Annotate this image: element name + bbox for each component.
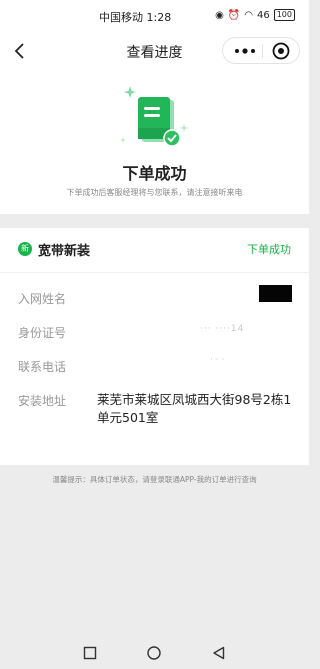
status-bar: 中国移动 1:28 ◉ ⏰ ◠ 46 100 bbox=[0, 0, 309, 32]
order-status: 下单成功 bbox=[247, 243, 291, 256]
new-badge-icon: 新 bbox=[18, 242, 32, 256]
order-detail-card: 新 宽带新装 下单成功 入网姓名 身份证号 ··· ····14 联系电话 · … bbox=[0, 228, 309, 465]
capsule-divider bbox=[262, 44, 263, 58]
home-icon[interactable] bbox=[146, 645, 162, 661]
system-nav-bar bbox=[0, 636, 309, 669]
divider bbox=[0, 272, 309, 273]
close-mini-program-icon[interactable] bbox=[271, 41, 291, 61]
order-success-icon bbox=[121, 86, 188, 147]
recent-apps-icon[interactable] bbox=[82, 645, 98, 661]
phone-value: · · · bbox=[210, 355, 225, 365]
mini-program-capsule bbox=[222, 37, 300, 64]
status-carrier-time: 中国移动 1:28 bbox=[99, 11, 172, 24]
address-value: 莱芜市莱城区凤城西大街98号2栋1单元501室 bbox=[97, 392, 292, 425]
result-title: 下单成功 bbox=[122, 164, 187, 183]
phone-label: 联系电话 bbox=[18, 360, 67, 374]
result-card: 下单成功 下单成功后客服经理将与您联系，请注意接听来电 bbox=[0, 70, 309, 214]
result-subtitle: 下单成功后客服经理将与您联系，请注意接听来电 bbox=[66, 188, 243, 197]
more-icon[interactable] bbox=[231, 44, 259, 58]
status-icons: ◉ ⏰ ◠ 46 100 bbox=[215, 9, 295, 21]
nav-bar: 查看进度 bbox=[0, 32, 309, 70]
product-name: 宽带新装 bbox=[38, 244, 91, 259]
redacted-name bbox=[259, 285, 292, 302]
address-label: 安装地址 bbox=[18, 394, 67, 408]
battery-icon: 100 bbox=[273, 9, 295, 21]
name-label: 入网姓名 bbox=[18, 292, 67, 306]
wifi-icon: ◠ bbox=[244, 9, 253, 21]
alarm-icon: ⏰ bbox=[227, 9, 241, 21]
signal-icon: 46 bbox=[256, 9, 270, 21]
id-number-value: ··· ····14 bbox=[200, 324, 245, 334]
id-number-label: 身份证号 bbox=[18, 326, 67, 340]
tip-text: 温馨提示：具体订单状态，请登录联通APP-我的订单进行查询 bbox=[52, 475, 257, 484]
eye-icon: ◉ bbox=[215, 9, 224, 21]
back-nav-icon[interactable] bbox=[211, 645, 227, 661]
